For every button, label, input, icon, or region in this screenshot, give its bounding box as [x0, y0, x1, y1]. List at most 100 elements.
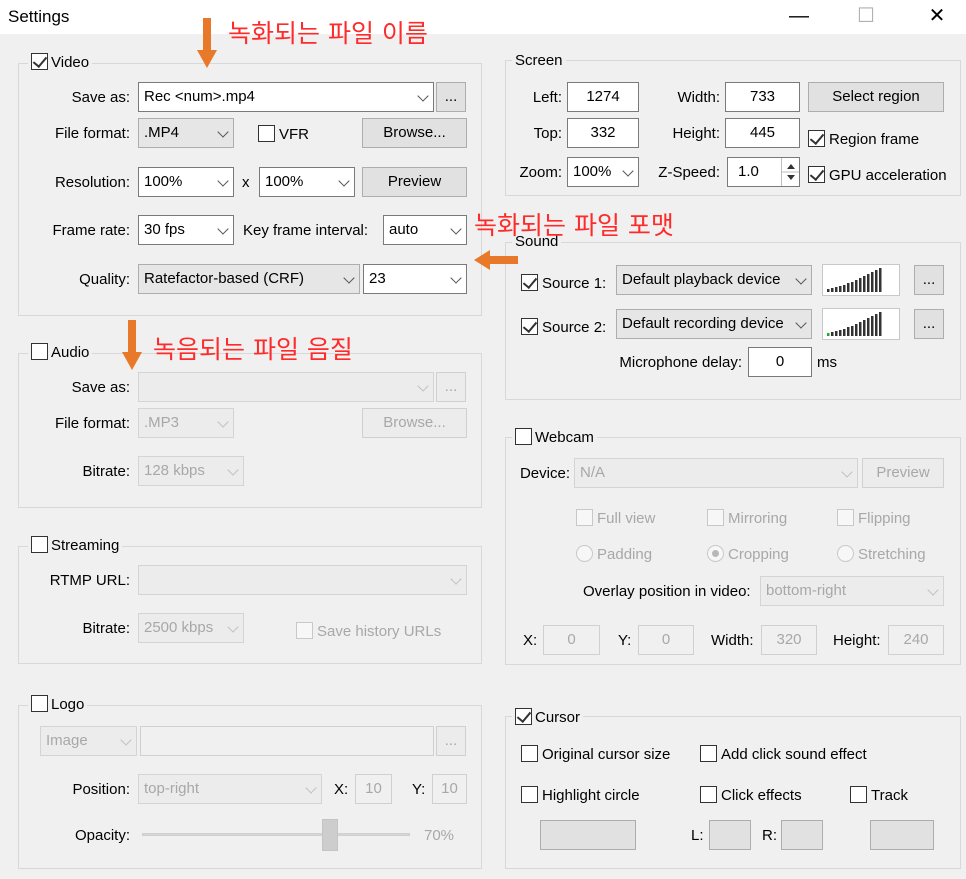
webcam-preview-button[interactable]: Preview — [862, 458, 944, 488]
track-color-button[interactable] — [870, 820, 934, 850]
logo-more-button[interactable]: ... — [436, 726, 466, 756]
full-view-checkbox[interactable] — [576, 509, 593, 526]
mic-delay-field[interactable]: 0 — [748, 347, 812, 377]
frame-rate-combo[interactable]: 30 fps — [138, 215, 234, 245]
video-checkbox[interactable] — [31, 53, 48, 70]
logo-y-field[interactable]: 10 — [432, 774, 467, 804]
flipping-checkbox[interactable] — [837, 509, 854, 526]
opacity-slider-thumb[interactable] — [321, 819, 338, 851]
padding-label: Padding — [597, 546, 653, 563]
webcam-checkbox[interactable] — [515, 428, 532, 445]
gpu-acceleration-option[interactable]: GPU acceleration — [808, 166, 947, 184]
cropping-radio[interactable] — [707, 545, 724, 562]
source1-combo[interactable]: Default playback device — [616, 265, 812, 295]
source1-option[interactable]: Source 1: — [521, 274, 606, 292]
top-field[interactable]: 332 — [567, 118, 639, 148]
audio-bitrate-combo[interactable]: 128 kbps — [138, 456, 244, 486]
webcam-width-field[interactable]: 320 — [761, 625, 817, 655]
height-field[interactable]: 445 — [725, 118, 800, 148]
video-save-as-more-button[interactable]: ... — [436, 82, 466, 112]
audio-format-combo[interactable]: .MP3 — [138, 408, 234, 438]
click-effects-option[interactable]: Click effects — [700, 786, 802, 804]
video-save-as-combo[interactable]: Rec <num>.mp4 — [138, 82, 434, 112]
source1-checkbox[interactable] — [521, 274, 538, 291]
zspeed-spinner[interactable] — [781, 158, 799, 186]
track-option[interactable]: Track — [850, 786, 908, 804]
flipping-option[interactable]: Flipping — [837, 509, 911, 527]
webcam-x-field[interactable]: 0 — [543, 625, 600, 655]
video-format-combo[interactable]: .MP4 — [138, 118, 234, 148]
full-view-option[interactable]: Full view — [576, 509, 655, 527]
vfr-checkbox[interactable] — [258, 125, 275, 142]
rtmp-url-combo[interactable] — [138, 565, 467, 595]
region-frame-option[interactable]: Region frame — [808, 130, 919, 148]
maximize-button[interactable]: ☐ — [843, 2, 889, 30]
chevron-down-icon — [305, 782, 317, 794]
vfr-option[interactable]: VFR — [258, 125, 309, 143]
source1-more-button[interactable]: ... — [914, 265, 944, 295]
right-click-color-button[interactable] — [781, 820, 823, 850]
logo-position-combo[interactable]: top-right — [138, 774, 322, 804]
left-click-color-button[interactable] — [709, 820, 751, 850]
original-cursor-size-checkbox[interactable] — [521, 745, 538, 762]
stretching-option[interactable]: Stretching — [837, 545, 926, 563]
original-cursor-size-option[interactable]: Original cursor size — [521, 745, 670, 763]
keyframe-value: auto — [389, 221, 419, 238]
device-combo[interactable]: N/A — [574, 458, 858, 488]
quality-number-combo[interactable]: 23 — [363, 264, 467, 294]
logo-x-field[interactable]: 10 — [355, 774, 392, 804]
source2-combo[interactable]: Default recording device — [616, 309, 812, 339]
audio-format-value: .MP3 — [144, 414, 180, 431]
source2-more-button[interactable]: ... — [914, 309, 944, 339]
click-effects-checkbox[interactable] — [700, 786, 717, 803]
resolution-width-combo[interactable]: 100% — [138, 167, 234, 197]
cursor-checkbox[interactable] — [515, 708, 532, 725]
webcam-height-field[interactable]: 240 — [888, 625, 944, 655]
highlight-circle-checkbox[interactable] — [521, 786, 538, 803]
source2-option[interactable]: Source 2: — [521, 318, 606, 336]
streaming-checkbox[interactable] — [31, 536, 48, 553]
highlight-circle-option[interactable]: Highlight circle — [521, 786, 640, 804]
select-region-button[interactable]: Select region — [808, 82, 944, 112]
opacity-slider-track[interactable] — [142, 833, 410, 836]
gpu-acceleration-checkbox[interactable] — [808, 166, 825, 183]
logo-path-field[interactable] — [140, 726, 434, 756]
save-history-option[interactable]: Save history URLs — [296, 622, 441, 640]
overlay-position-combo[interactable]: bottom-right — [760, 576, 944, 606]
logo-checkbox[interactable] — [31, 695, 48, 712]
left-field[interactable]: 1274 — [567, 82, 639, 112]
close-button[interactable]: ✕ — [914, 2, 960, 30]
highlight-color-button[interactable] — [540, 820, 636, 850]
track-checkbox[interactable] — [850, 786, 867, 803]
streaming-bitrate-combo[interactable]: 2500 kbps — [138, 613, 244, 643]
mirroring-option[interactable]: Mirroring — [707, 509, 787, 527]
zspeed-field[interactable]: 1.0 — [727, 157, 800, 187]
keyframe-combo[interactable]: auto — [383, 215, 467, 245]
stretching-radio[interactable] — [837, 545, 854, 562]
save-history-label: Save history URLs — [317, 623, 442, 640]
audio-save-as-more-button[interactable]: ... — [436, 372, 466, 402]
resolution-x-label: x — [242, 174, 250, 191]
quality-combo[interactable]: Ratefactor-based (CRF) — [138, 264, 360, 294]
zoom-combo[interactable]: 100% — [567, 157, 639, 187]
audio-save-as-combo[interactable] — [138, 372, 434, 402]
resolution-height-combo[interactable]: 100% — [259, 167, 355, 197]
save-history-checkbox[interactable] — [296, 622, 313, 639]
minimize-button[interactable]: — — [776, 2, 822, 30]
video-preview-button[interactable]: Preview — [362, 167, 467, 197]
click-sound-checkbox[interactable] — [700, 745, 717, 762]
audio-checkbox[interactable] — [31, 343, 48, 360]
click-sound-option[interactable]: Add click sound effect — [700, 745, 867, 763]
webcam-y-field[interactable]: 0 — [638, 625, 694, 655]
cropping-option[interactable]: Cropping — [707, 545, 789, 563]
screen-legend: Screen — [512, 52, 566, 69]
video-browse-button[interactable]: Browse... — [362, 118, 467, 148]
mirroring-checkbox[interactable] — [707, 509, 724, 526]
audio-browse-button[interactable]: Browse... — [362, 408, 467, 438]
padding-option[interactable]: Padding — [576, 545, 652, 563]
logo-type-combo[interactable]: Image — [40, 726, 137, 756]
source2-checkbox[interactable] — [521, 318, 538, 335]
region-frame-checkbox[interactable] — [808, 130, 825, 147]
width-field[interactable]: 733 — [725, 82, 800, 112]
padding-radio[interactable] — [576, 545, 593, 562]
